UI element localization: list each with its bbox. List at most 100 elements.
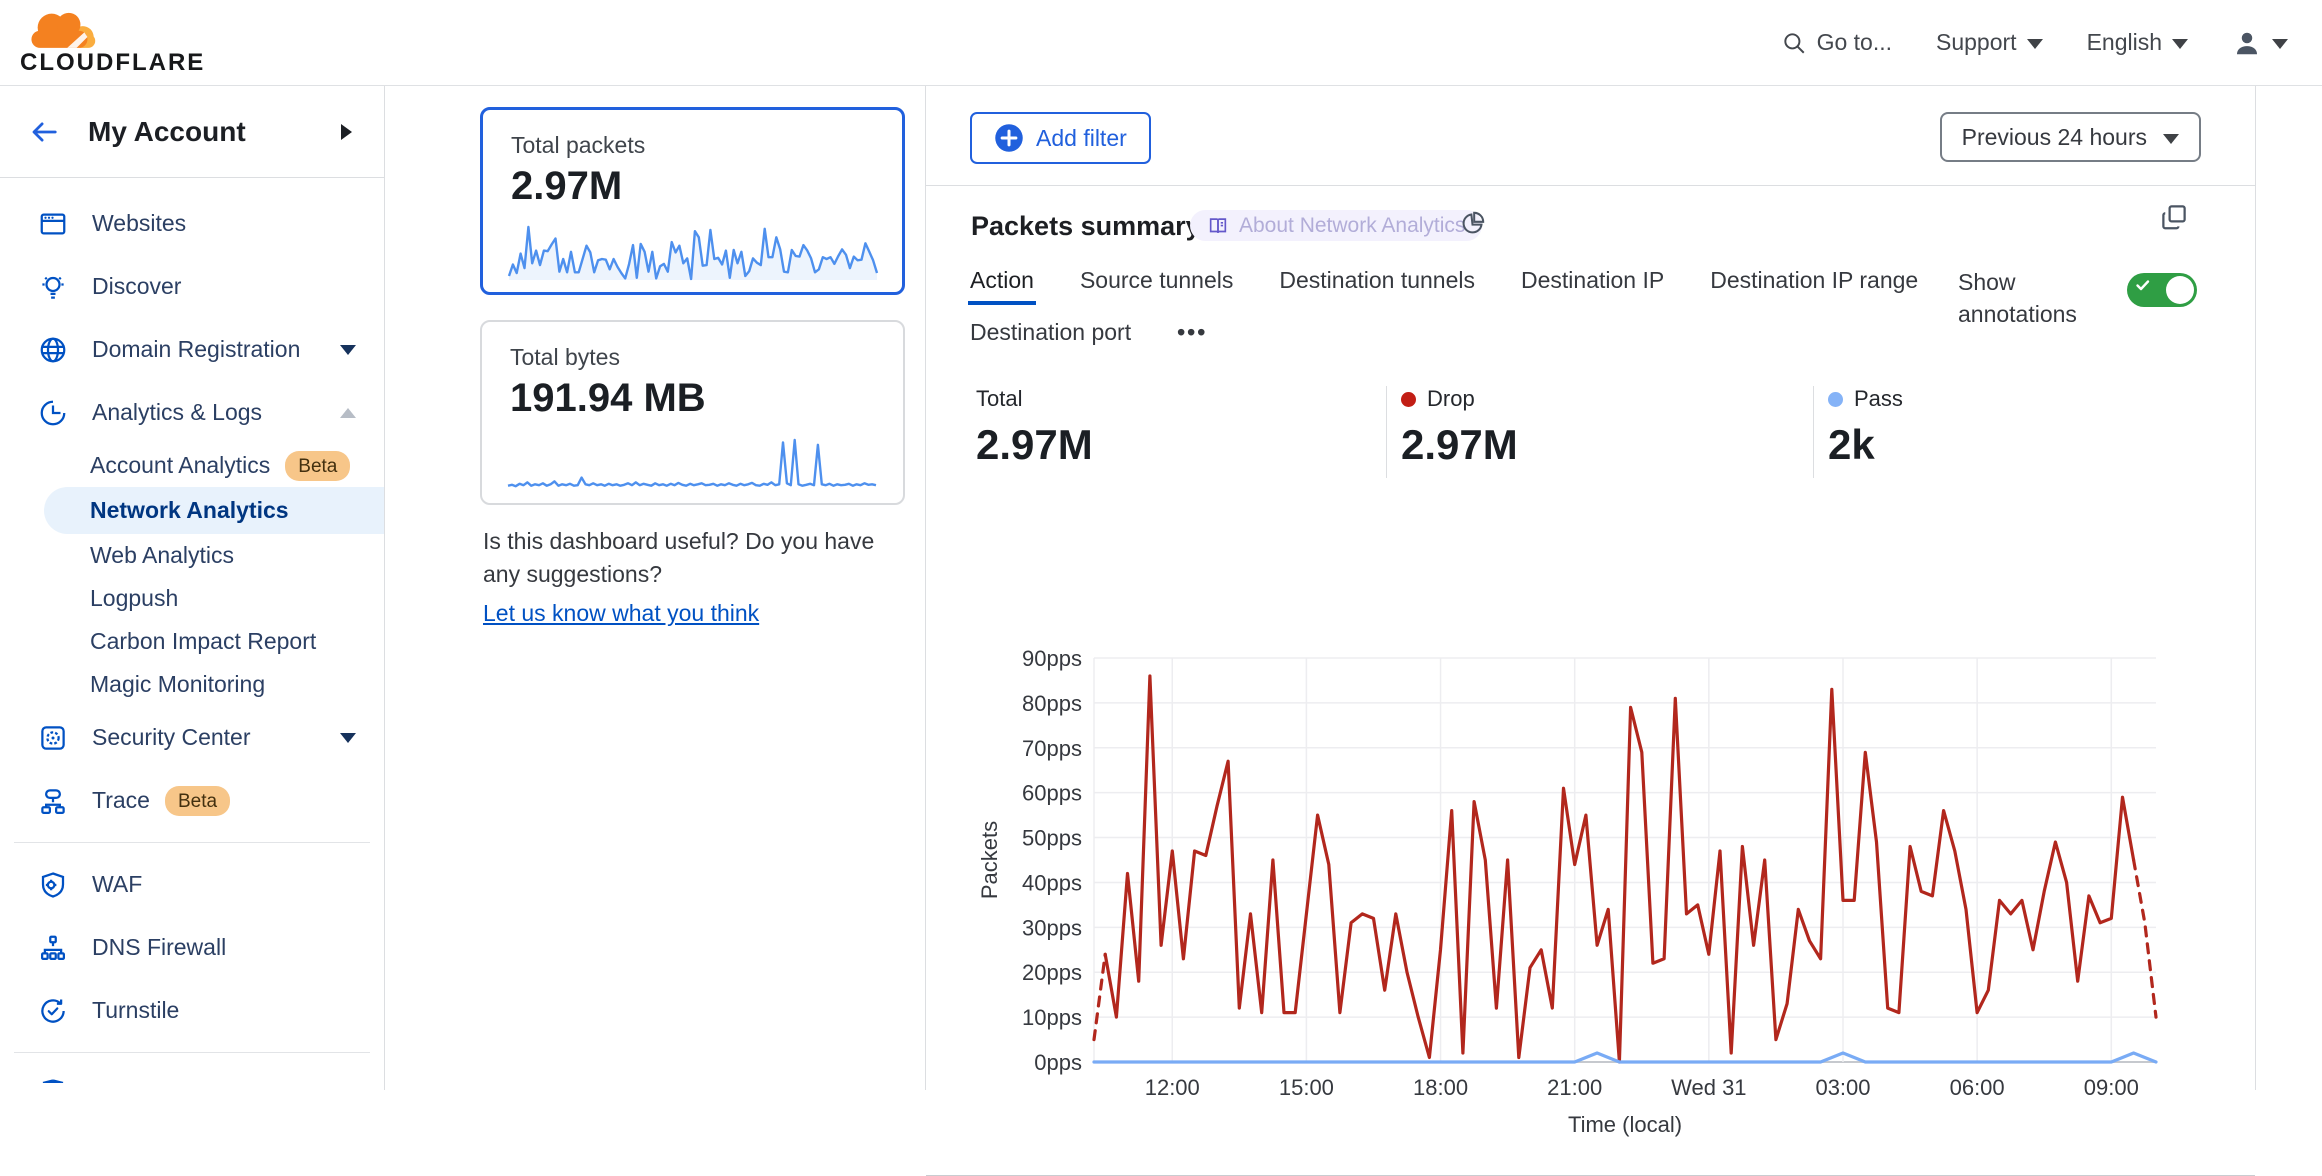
chevron-down-icon — [2163, 134, 2179, 144]
total-packets-sparkline — [507, 222, 879, 282]
go-to-label: Go to... — [1817, 29, 1892, 56]
svg-text:Wed 31: Wed 31 — [1671, 1075, 1746, 1100]
stat-total-label: Total — [976, 386, 1022, 412]
sidebar-item-label: WAF — [92, 871, 142, 898]
svg-text:21:00: 21:00 — [1547, 1075, 1602, 1100]
add-filter-button[interactable]: Add filter — [970, 112, 1151, 164]
sidebar-item-dns-firewall[interactable]: DNS Firewall — [0, 916, 384, 979]
sidebar-item-partial[interactable] — [0, 1063, 384, 1083]
sidebar-item-label: Turnstile — [92, 997, 179, 1024]
stat-total: Total 2.97M — [976, 386, 1093, 469]
stats-divider — [1386, 386, 1387, 478]
svg-text:80pps: 80pps — [1022, 691, 1082, 716]
book-icon — [1207, 215, 1229, 237]
shield-gear-icon — [38, 870, 68, 900]
lightbulb-icon — [38, 272, 68, 302]
go-to-search[interactable]: Go to... — [1781, 29, 1892, 56]
cloudflare-logo-text: CLOUDFLARE — [20, 49, 205, 77]
stats-row: Total 2.97M Drop 2.97M Pass 2k — [926, 386, 2255, 478]
sidebar-item-label: Network Analytics — [90, 497, 289, 524]
show-annotations-toggle[interactable] — [2127, 273, 2197, 307]
sidebar-item-trace[interactable]: Trace Beta — [0, 769, 384, 832]
beta-badge: Beta — [285, 451, 350, 481]
chevron-up-icon[interactable] — [340, 408, 356, 418]
sidebar-nav: Websites Discover Domain Registration An… — [0, 178, 384, 1083]
total-bytes-label: Total bytes — [510, 344, 903, 371]
sidebar-item-label: Web Analytics — [90, 542, 234, 569]
feedback-link[interactable]: Let us know what you think — [483, 597, 759, 630]
sidebar-item-account-analytics[interactable]: Account Analytics Beta — [0, 444, 384, 487]
trace-tree-icon — [38, 786, 68, 816]
sidebar-item-web-analytics[interactable]: Web Analytics — [0, 534, 384, 577]
svg-text:Packets: Packets — [977, 821, 1002, 899]
chevron-right-icon[interactable] — [341, 124, 352, 140]
sidebar-item-label: Account Analytics — [90, 452, 270, 479]
pass-legend-dot — [1828, 392, 1843, 407]
sidebar-item-discover[interactable]: Discover — [0, 255, 384, 318]
svg-text:50pps: 50pps — [1022, 826, 1082, 851]
cloudflare-cloud-icon — [20, 9, 102, 51]
sidebar-item-label: Analytics & Logs — [92, 399, 262, 426]
chevron-down-icon[interactable] — [340, 733, 356, 743]
sidebar-account-header[interactable]: My Account — [0, 86, 384, 178]
drop-legend-dot — [1401, 392, 1416, 407]
tab-action[interactable]: Action — [970, 266, 1034, 294]
more-tabs-ellipsis[interactable]: ••• — [1177, 318, 1207, 346]
chevron-down-icon — [2272, 39, 2288, 49]
sidebar-item-logpush[interactable]: Logpush — [0, 577, 384, 620]
check-icon — [2135, 277, 2151, 293]
stat-drop-label: Drop — [1427, 386, 1475, 412]
svg-text:12:00: 12:00 — [1145, 1075, 1200, 1100]
about-network-analytics-pill[interactable]: About Network Analytics — [1190, 210, 1482, 241]
sidebar-item-websites[interactable]: Websites — [0, 192, 384, 255]
browser-window-icon — [38, 209, 68, 239]
stat-pass: Pass 2k — [1828, 386, 1903, 469]
sidebar-item-label: Discover — [92, 273, 181, 300]
account-title: My Account — [88, 116, 246, 148]
chevron-down-icon — [2172, 39, 2188, 49]
back-arrow-icon[interactable] — [26, 117, 62, 147]
total-packets-card[interactable]: Total packets 2.97M — [480, 107, 905, 295]
panel-title: Packets summary — [971, 211, 1201, 242]
chevron-down-icon[interactable] — [340, 345, 356, 355]
account-menu[interactable] — [2232, 28, 2288, 58]
security-safe-icon — [38, 723, 68, 753]
tab-destination-ip-range[interactable]: Destination IP range — [1710, 266, 1918, 294]
svg-text:06:00: 06:00 — [1950, 1075, 2005, 1100]
tab-destination-ip[interactable]: Destination IP — [1521, 266, 1664, 294]
rotate-check-icon — [38, 996, 68, 1026]
tab-source-tunnels[interactable]: Source tunnels — [1080, 266, 1233, 294]
tab-destination-tunnels[interactable]: Destination tunnels — [1279, 266, 1475, 294]
packets-time-series-chart: 0pps10pps20pps30pps40pps50pps60pps70pps8… — [951, 640, 2211, 1155]
sidebar-item-turnstile[interactable]: Turnstile — [0, 979, 384, 1042]
cloudflare-logo[interactable]: CLOUDFLARE — [20, 9, 195, 77]
svg-text:03:00: 03:00 — [1815, 1075, 1870, 1100]
support-label: Support — [1936, 29, 2017, 56]
beta-badge: Beta — [165, 786, 230, 816]
time-range-dropdown[interactable]: Previous 24 hours — [1940, 112, 2201, 162]
stat-pass-label: Pass — [1854, 386, 1903, 412]
stat-drop-value: 2.97M — [1401, 421, 1518, 469]
sidebar-item-security-center[interactable]: Security Center — [0, 706, 384, 769]
support-menu[interactable]: Support — [1936, 29, 2043, 56]
language-menu[interactable]: English — [2087, 29, 2188, 56]
sidebar-item-domain-registration[interactable]: Domain Registration — [0, 318, 384, 381]
time-range-label: Previous 24 hours — [1962, 124, 2147, 151]
chart-type-pie-icon[interactable] — [1459, 210, 1486, 237]
sidebar-item-waf[interactable]: WAF — [0, 853, 384, 916]
svg-text:09:00: 09:00 — [2084, 1075, 2139, 1100]
metric-cards-column: Total packets 2.97M Total bytes 191.94 M… — [386, 86, 925, 1090]
svg-text:40pps: 40pps — [1022, 870, 1082, 895]
expand-panel-icon[interactable] — [2159, 202, 2189, 232]
total-bytes-card[interactable]: Total bytes 191.94 MB — [480, 320, 905, 505]
sidebar-item-label: Trace — [92, 787, 150, 814]
sidebar-item-network-analytics[interactable]: Network Analytics — [44, 487, 384, 534]
total-bytes-value: 191.94 MB — [510, 376, 903, 421]
pie-chart-icon — [38, 398, 68, 428]
sidebar-item-magic-monitoring[interactable]: Magic Monitoring — [0, 663, 384, 706]
sidebar-item-analytics-logs[interactable]: Analytics & Logs — [0, 381, 384, 444]
hierarchy-icon — [38, 933, 68, 963]
sidebar-item-carbon-impact-report[interactable]: Carbon Impact Report — [0, 620, 384, 663]
svg-text:Time (local): Time (local) — [1568, 1112, 1682, 1137]
tab-destination-port[interactable]: Destination port — [970, 318, 1131, 346]
